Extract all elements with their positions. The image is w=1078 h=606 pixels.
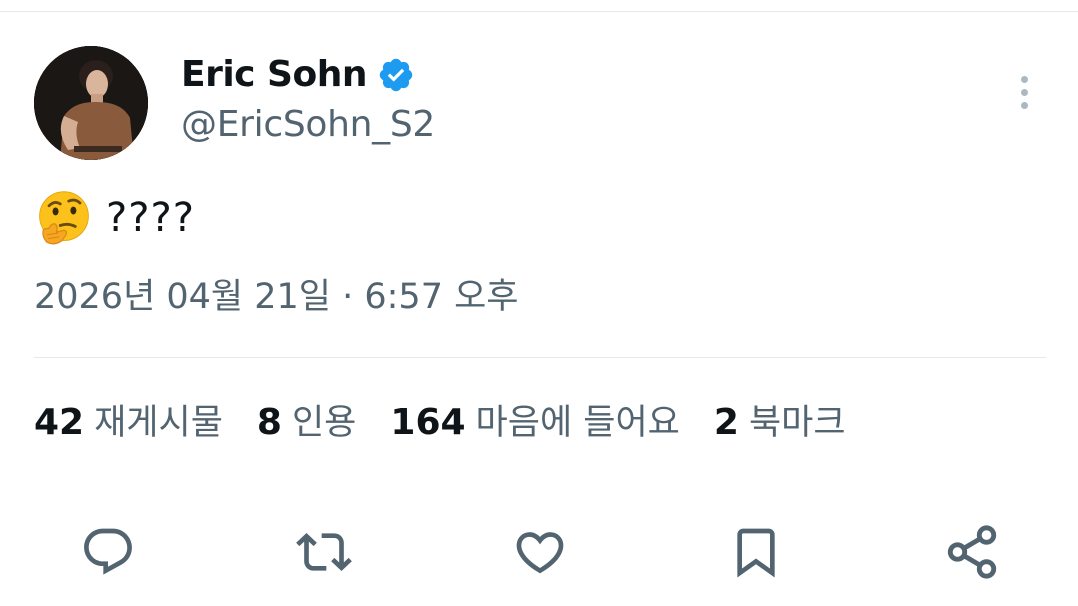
more-dot-icon xyxy=(1020,101,1028,109)
like-icon xyxy=(516,532,564,574)
tweet-body: ???? xyxy=(34,188,195,248)
engagement-stats: 42 재게시물 8 인용 164 마음에 들어요 2 북마크 xyxy=(34,398,880,448)
more-options-button[interactable] xyxy=(1008,70,1040,114)
tweet-timestamp[interactable]: 2026년 04월 21일 · 6:57 오후 xyxy=(34,274,519,320)
tweet-text: ???? xyxy=(106,195,195,241)
user-handle[interactable]: @EricSohn_S2 xyxy=(181,102,435,148)
stat-quotes[interactable]: 8 인용 xyxy=(257,398,356,448)
stats-divider xyxy=(34,357,1046,358)
stat-reposts[interactable]: 42 재게시물 xyxy=(34,398,223,448)
avatar[interactable] xyxy=(34,46,148,160)
more-dot-icon xyxy=(1020,75,1028,83)
retweet-icon xyxy=(296,533,352,571)
bookmark-icon xyxy=(737,528,775,578)
share-button[interactable] xyxy=(940,520,1004,584)
stat-label: 마음에 들어요 xyxy=(475,403,680,443)
avatar-image xyxy=(34,46,148,160)
reply-icon xyxy=(84,528,132,575)
stat-label: 인용 xyxy=(291,403,357,443)
stat-likes[interactable]: 164 마음에 들어요 xyxy=(390,398,679,448)
verified-badge-icon xyxy=(379,58,413,92)
action-bar xyxy=(0,520,1078,584)
stat-count: 8 xyxy=(256,402,282,443)
thinking-face-emoji-icon xyxy=(39,191,89,245)
stat-label: 재게시물 xyxy=(94,403,223,443)
reply-button[interactable] xyxy=(76,520,140,584)
like-button[interactable] xyxy=(508,520,572,584)
display-name-text[interactable]: Eric Sohn xyxy=(181,52,367,98)
top-divider xyxy=(0,11,1078,12)
share-icon xyxy=(947,525,997,579)
stat-count: 164 xyxy=(390,402,466,443)
retweet-button[interactable] xyxy=(292,520,356,584)
stat-count: 2 xyxy=(713,402,739,443)
display-name[interactable]: Eric Sohn xyxy=(181,52,415,98)
more-dot-icon xyxy=(1020,88,1028,96)
stat-count: 42 xyxy=(34,402,85,443)
bookmark-button[interactable] xyxy=(724,520,788,584)
stat-bookmarks[interactable]: 2 북마크 xyxy=(714,398,846,448)
stat-label: 북마크 xyxy=(748,403,846,443)
